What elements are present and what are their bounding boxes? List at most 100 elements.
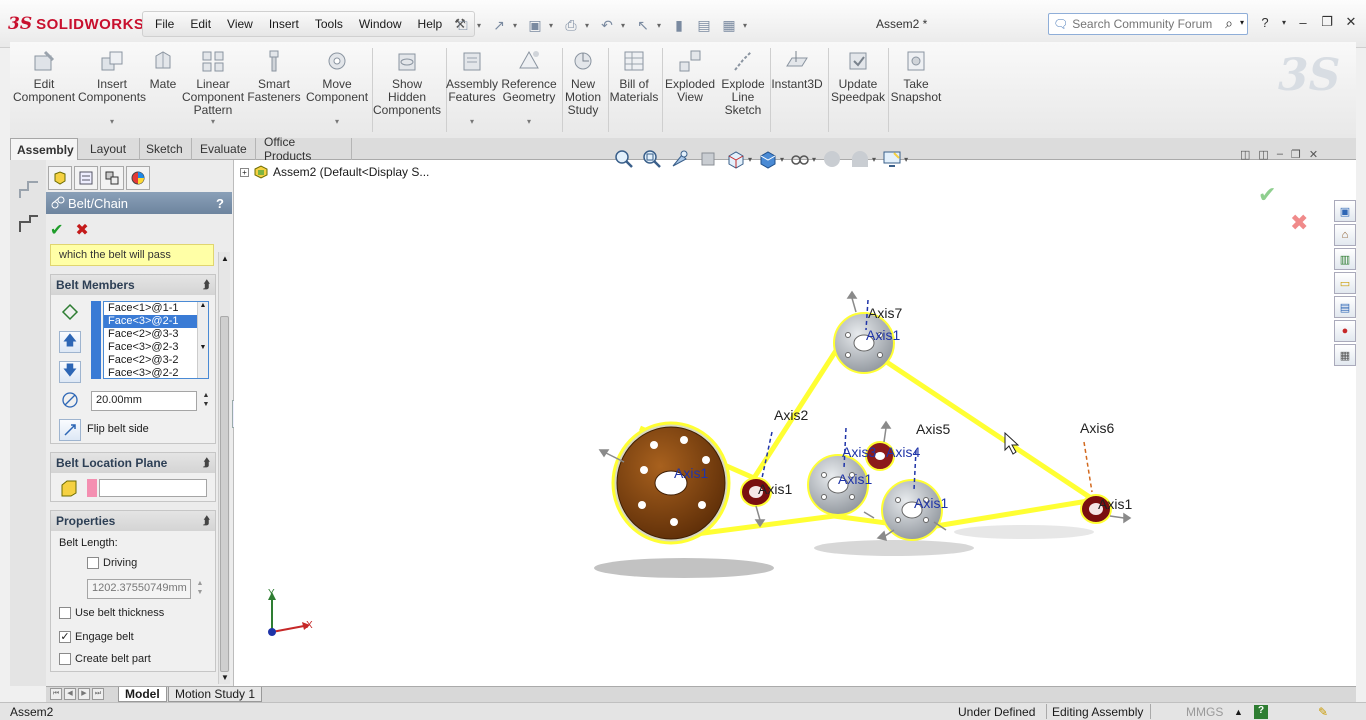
undo-icon[interactable]: ↶ — [596, 15, 618, 35]
list-item-selected[interactable]: Face<3>@2-1 — [104, 315, 208, 328]
ok-icon[interactable]: ✔ — [50, 220, 63, 240]
select-dropdown-icon[interactable]: ▾ — [657, 21, 665, 30]
axis1-label-drive[interactable]: Axis1 — [674, 465, 708, 481]
expand-icon[interactable]: + — [240, 167, 249, 177]
axis6-label[interactable]: Axis6 — [1080, 420, 1114, 436]
axis1-label-top[interactable]: Axis1 — [866, 327, 900, 343]
mate-button[interactable]: Mate — [146, 42, 180, 138]
list-item[interactable]: Face<3>@2-3 — [104, 341, 208, 354]
tab-layout[interactable]: Layout — [84, 138, 140, 160]
graphics-area[interactable]: Axis7 Axis1 Axis2 Axis5 Axis6 Axis3 Axis… — [234, 160, 1356, 686]
belt-location-plane-header[interactable]: Belt Location Plane ⮭ — [51, 453, 215, 473]
file-properties-icon[interactable]: ▤ — [693, 15, 715, 35]
tab-sketch[interactable]: Sketch — [140, 138, 192, 160]
list-item[interactable]: Face<2>@3-2 — [104, 354, 208, 367]
diameter-input[interactable]: 20.00mm — [91, 391, 197, 411]
axis1-label-middle[interactable]: Axis1 — [838, 471, 872, 487]
assembly-features-dropdown-icon[interactable]: ▾ — [470, 115, 474, 128]
options-icon[interactable]: ▦ — [718, 15, 740, 35]
insert-components-button[interactable]: Insert Components ▾ — [78, 42, 146, 138]
axis5-label[interactable]: Axis5 — [916, 421, 950, 437]
split-horizontal-icon[interactable]: ◫ — [1258, 148, 1268, 161]
menu-insert[interactable]: Insert — [261, 14, 307, 34]
tab-motion-study-1[interactable]: Motion Study 1 — [168, 687, 263, 702]
close-icon[interactable]: ✕ — [1342, 14, 1360, 30]
take-snapshot-button[interactable]: Take Snapshot — [890, 42, 942, 138]
previous-tab-icon[interactable]: ◀ — [64, 688, 76, 700]
move-component-button[interactable]: Move Component ▾ — [306, 42, 368, 138]
view-orientation-dropdown-icon[interactable]: ▾ — [748, 155, 752, 164]
new-dropdown-icon[interactable]: ▾ — [477, 21, 485, 30]
use-belt-thickness-checkbox[interactable]: Use belt thickness — [59, 607, 164, 619]
list-scrollbar[interactable]: ▲ ▼ — [197, 302, 208, 378]
list-item[interactable]: Face<2>@3-3 — [104, 328, 208, 341]
linear-pattern-dropdown-icon[interactable]: ▾ — [211, 115, 215, 128]
axis1-label-idler[interactable]: Axis1 — [758, 481, 792, 497]
move-component-dropdown-icon[interactable]: ▾ — [335, 115, 339, 128]
design-library-icon[interactable]: ▥ — [1334, 248, 1356, 270]
view-palette-icon[interactable]: ▤ — [1334, 296, 1356, 318]
home-icon[interactable]: ⌂ — [1334, 224, 1356, 246]
open-icon[interactable]: ↗ — [488, 15, 510, 35]
instant3d-button[interactable]: Instant3D — [771, 42, 823, 138]
rebuild-icon[interactable]: ▮ — [668, 15, 690, 35]
axis2-label[interactable]: Axis2 — [774, 407, 808, 423]
collapse-icon[interactable]: ⮭ — [203, 457, 210, 470]
axis3-label[interactable]: Axis3 — [842, 444, 876, 460]
hide-show-dropdown-icon[interactable]: ▾ — [812, 155, 816, 164]
split-vertical-icon[interactable]: ◫ — [1240, 148, 1250, 161]
list-item[interactable]: Face<1>@1-1 — [104, 302, 208, 315]
search-input[interactable] — [1072, 17, 1213, 31]
new-icon[interactable]: □ — [452, 15, 474, 35]
restore-icon[interactable]: ❐ — [1318, 14, 1336, 30]
zoom-to-fit-icon[interactable] — [612, 147, 636, 171]
display-style-icon[interactable] — [756, 147, 780, 171]
options-dropdown-icon[interactable]: ▾ — [743, 21, 751, 30]
last-tab-icon[interactable]: ⏭ — [92, 688, 104, 700]
cancel-icon[interactable]: ✖ — [75, 220, 88, 240]
create-belt-part-box[interactable] — [59, 653, 71, 665]
save-icon[interactable]: ▣ — [524, 15, 546, 35]
pm-help-icon[interactable]: ? — [216, 196, 224, 211]
assembly-features-button[interactable]: Assembly Features ▾ — [446, 42, 498, 138]
create-belt-part-checkbox[interactable]: Create belt part — [59, 653, 151, 665]
viewport-close-icon[interactable]: ✕ — [1309, 148, 1318, 161]
zoom-to-area-icon[interactable] — [640, 147, 664, 171]
solidworks-logo[interactable]: 3S SOLIDWORKS — [8, 12, 144, 36]
use-belt-thickness-box[interactable] — [59, 607, 71, 619]
solidworks-resources-icon[interactable]: ▣ — [1334, 200, 1356, 222]
file-explorer-icon[interactable]: ▭ — [1334, 272, 1356, 294]
insert-components-dropdown-icon[interactable]: ▾ — [110, 115, 114, 128]
appearances-icon[interactable]: ● — [1334, 320, 1356, 342]
list-item[interactable]: Face<3>@2-2 — [104, 367, 208, 378]
viewport-minimize-icon[interactable]: – — [1277, 148, 1283, 161]
engage-belt-checkbox[interactable]: ✓ Engage belt — [59, 631, 134, 643]
search-icon[interactable]: ⌕ — [1225, 15, 1233, 32]
print-icon[interactable]: ⎙ — [560, 15, 582, 35]
view-orientation-icon[interactable] — [724, 147, 748, 171]
menu-help[interactable]: Help — [410, 14, 451, 34]
property-manager-tab-icon[interactable] — [74, 166, 98, 190]
top-pulley[interactable] — [833, 312, 895, 374]
plane-selection-box[interactable] — [99, 479, 207, 497]
menu-window[interactable]: Window — [351, 14, 410, 34]
bill-of-materials-button[interactable]: Bill of Materials — [610, 42, 658, 138]
confirmation-corner-ok-icon[interactable]: ✔ — [1258, 182, 1276, 208]
custom-properties-icon[interactable]: ▦ — [1334, 344, 1356, 366]
diameter-spinner[interactable]: ▲ ▼ — [201, 391, 211, 409]
belt-members-header[interactable]: Belt Members ⮭ — [51, 275, 215, 295]
confirmation-corner-cancel-icon[interactable]: ✖ — [1290, 210, 1308, 236]
previous-view-icon[interactable] — [668, 147, 692, 171]
driving-checkbox[interactable]: Driving — [87, 557, 137, 569]
axis4-label[interactable]: Axis4 — [886, 444, 920, 460]
feature-manager-tab-icon[interactable] — [48, 166, 72, 190]
first-tab-icon[interactable]: ⏮ — [50, 688, 62, 700]
tab-evaluate[interactable]: Evaluate — [194, 138, 256, 160]
collapse-icon[interactable]: ⮭ — [203, 279, 210, 292]
menu-tools[interactable]: Tools — [307, 14, 351, 34]
display-manager-tab-icon[interactable] — [126, 166, 150, 190]
help-dropdown-icon[interactable]: ▾ — [1280, 18, 1288, 27]
print-dropdown-icon[interactable]: ▾ — [585, 21, 593, 30]
axis1-label-right[interactable]: Axis1 — [1098, 496, 1132, 512]
new-motion-study-button[interactable]: New Motion Study — [564, 42, 602, 138]
